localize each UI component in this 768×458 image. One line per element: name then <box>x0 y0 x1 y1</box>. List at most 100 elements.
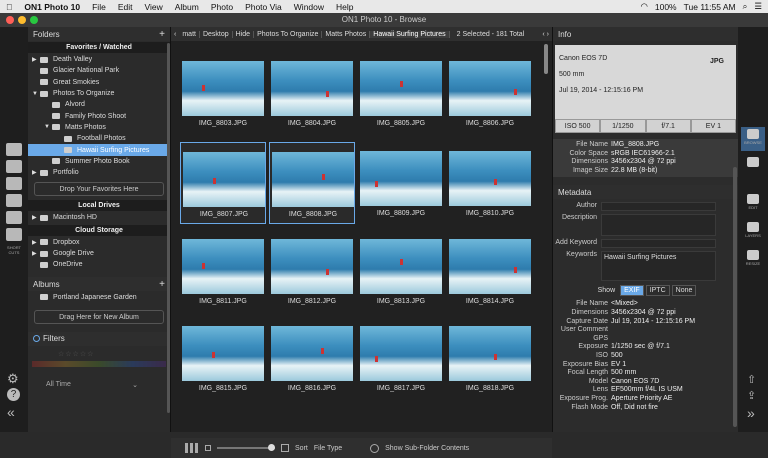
thumbnail-6[interactable]: IMG_8808.JPG <box>269 142 355 224</box>
export-icon[interactable]: ⇧ <box>747 373 756 386</box>
folders-scrollbar[interactable] <box>167 43 170 413</box>
help-icon[interactable]: ? <box>7 388 20 401</box>
color-labels[interactable] <box>32 360 166 367</box>
sort-direction-icon[interactable] <box>370 443 380 453</box>
zoom-window-button[interactable] <box>30 16 38 24</box>
battery-label[interactable]: 100% <box>655 2 677 12</box>
chevron-down-icon[interactable]: ⌄ <box>132 381 138 389</box>
cloud-google-drive[interactable]: ▶ Google Drive <box>28 248 170 259</box>
folder-hawaii-surfing[interactable]: Hawaii Surfing Pictures <box>28 144 170 156</box>
photo-thumbnail[interactable] <box>449 326 531 381</box>
menu-app[interactable]: ON1 Photo 10 <box>18 2 86 12</box>
back-icon[interactable]: ‹ <box>171 31 179 38</box>
search-icon[interactable]: ⌕ <box>743 1 748 12</box>
develop-module-button[interactable] <box>741 155 765 179</box>
thumbnail-1[interactable]: IMG_8803.JPG <box>180 52 266 134</box>
keywords-field[interactable]: Hawaii Surfing Pictures <box>601 251 716 282</box>
crumb-matts-photos[interactable]: Matts Photos <box>322 30 371 38</box>
album-portland[interactable]: Portland Japanese Garden <box>28 291 170 302</box>
photo-thumbnail[interactable] <box>449 151 531 206</box>
shortcuts-icon[interactable] <box>6 228 22 241</box>
collapse-left-icon[interactable]: « <box>7 404 15 420</box>
thumbnail-7[interactable]: IMG_8809.JPG <box>358 142 444 224</box>
tab-none[interactable]: None <box>671 285 697 297</box>
crumb-hawaii[interactable]: Hawaii Surfing Pictures <box>370 30 450 38</box>
rating-stars[interactable]: ☆☆☆☆☆ <box>58 350 170 358</box>
date-filter[interactable]: All Time <box>46 381 71 389</box>
photo-thumbnail[interactable] <box>182 61 264 116</box>
photo-thumbnail[interactable] <box>449 239 531 294</box>
camera-icon[interactable] <box>6 160 22 173</box>
folder-great-smokies[interactable]: Great Smokies <box>28 77 170 88</box>
thumbnail-8[interactable]: IMG_8810.JPG <box>447 142 533 224</box>
author-field[interactable] <box>601 202 716 212</box>
small-size-icon[interactable] <box>205 445 211 451</box>
crumb-desktop[interactable]: Desktop <box>200 30 233 38</box>
photo-thumbnail[interactable] <box>271 326 353 381</box>
minimize-window-button[interactable] <box>18 16 26 24</box>
nav-arrows-icon[interactable]: ‹ › <box>539 31 552 38</box>
menu-edit[interactable]: Edit <box>112 2 139 12</box>
folder-family-photo-shoot[interactable]: Family Photo Shoot <box>28 110 170 121</box>
large-size-icon[interactable] <box>281 444 289 452</box>
cloud-dropbox[interactable]: ▶ Dropbox <box>28 237 170 248</box>
layers-module-button[interactable]: LAYERS <box>741 220 765 244</box>
folder-glacier[interactable]: Glacier National Park <box>28 65 170 76</box>
menu-view[interactable]: View <box>138 2 168 12</box>
menu-photo[interactable]: Photo <box>205 2 239 12</box>
thumbnail-15[interactable]: IMG_8817.JPG <box>358 317 444 399</box>
photo-thumbnail[interactable] <box>271 61 353 116</box>
folder-death-valley[interactable]: ▶ Death Valley <box>28 54 170 65</box>
browser-scrollbar[interactable] <box>544 44 548 74</box>
thumbnail-11[interactable]: IMG_8813.JPG <box>358 230 444 312</box>
menu-file[interactable]: File <box>86 2 112 12</box>
browse-module-button[interactable]: BROWSE <box>741 127 765 151</box>
thumbnail-3[interactable]: IMG_8805.JPG <box>358 52 444 134</box>
photo-thumbnail[interactable] <box>449 61 531 116</box>
description-field[interactable] <box>601 214 716 237</box>
gear-icon[interactable]: ⚙ <box>7 371 19 387</box>
add-folder-button[interactable]: + <box>159 29 165 40</box>
apple-icon[interactable]:  <box>0 2 18 12</box>
grid-view-icon[interactable] <box>185 443 199 453</box>
thumbnail-4[interactable]: IMG_8806.JPG <box>447 52 533 134</box>
crumb-photos-to-organize[interactable]: Photos To Organize <box>254 30 323 38</box>
resize-module-button[interactable]: RESIZE <box>741 248 765 272</box>
add-album-button[interactable]: + <box>159 279 165 290</box>
photo-thumbnail[interactable] <box>182 239 264 294</box>
folder-football-photos[interactable]: Football Photos <box>28 133 170 144</box>
heart-icon[interactable] <box>6 177 22 190</box>
wifi-icon[interactable]: ◠ <box>640 1 647 12</box>
filters-toggle-icon[interactable] <box>33 335 40 343</box>
cloud-icon[interactable] <box>6 211 22 224</box>
close-window-button[interactable] <box>6 16 14 24</box>
photo-thumbnail[interactable] <box>360 326 442 381</box>
thumbnail-16[interactable]: IMG_8818.JPG <box>447 317 533 399</box>
thumbnail-13[interactable]: IMG_8815.JPG <box>180 317 266 399</box>
menu-list-icon[interactable]: ☰ <box>754 1 762 12</box>
drop-album-target[interactable]: Drag Here for New Album <box>34 309 164 324</box>
folder-summer-photo-book[interactable]: Summer Photo Book <box>28 156 170 167</box>
thumb-size-slider[interactable] <box>217 444 275 451</box>
thumbnail-2[interactable]: IMG_8804.JPG <box>269 52 355 134</box>
cloud-storage-title[interactable]: Cloud Storage <box>28 224 170 236</box>
photo-thumbnail[interactable] <box>183 152 265 207</box>
computer-icon[interactable] <box>6 143 22 156</box>
folder-matts-photos[interactable]: ▼ Matts Photos <box>28 122 170 133</box>
drop-favorites-target[interactable]: Drop Your Favorites Here <box>34 182 164 197</box>
collapse-right-icon[interactable]: » <box>747 405 755 421</box>
cloud-onedrive[interactable]: OneDrive <box>28 259 170 270</box>
photo-thumbnail[interactable] <box>360 239 442 294</box>
menu-album[interactable]: Album <box>169 2 205 12</box>
thumbnail-10[interactable]: IMG_8812.JPG <box>269 230 355 312</box>
drive-macintosh-hd[interactable]: ▶ Macintosh HD <box>28 212 170 223</box>
folder-alvord[interactable]: Alvord <box>28 99 170 110</box>
clock-label[interactable]: Tue 11:55 AM <box>684 2 736 12</box>
tab-exif[interactable]: EXIF <box>620 285 644 297</box>
sort-select[interactable]: File Type <box>314 445 342 452</box>
drive-icon[interactable] <box>6 194 22 207</box>
folder-portfolio[interactable]: ▶ Portfolio <box>28 167 170 178</box>
thumbnail-14[interactable]: IMG_8816.JPG <box>269 317 355 399</box>
photo-thumbnail[interactable] <box>272 152 354 207</box>
slider-handle[interactable] <box>268 444 275 451</box>
